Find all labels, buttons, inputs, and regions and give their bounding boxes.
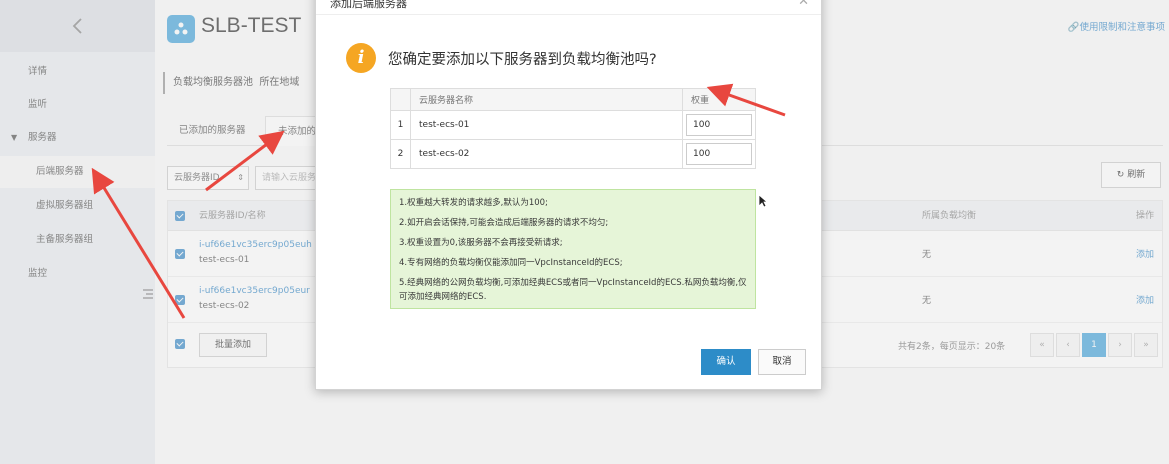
dialog-header: 添加后端服务器 ✕ bbox=[316, 0, 821, 15]
close-icon[interactable]: ✕ bbox=[798, 0, 809, 9]
note-item: 5.经典网络的公网负载均衡,可添加经典ECS或者同一VpcInstanceId的… bbox=[399, 278, 747, 302]
row-index: 2 bbox=[390, 139, 411, 169]
dialog-table-row: 1 test-ecs-01 100 bbox=[390, 110, 756, 140]
confirm-question: 您确定要添加以下服务器到负载均衡池吗? bbox=[388, 52, 657, 68]
note-item: 1.权重越大转发的请求越多,默认为100; bbox=[399, 198, 548, 208]
dialog-title: 添加后端服务器 bbox=[330, 0, 407, 10]
server-name: test-ecs-02 bbox=[410, 139, 683, 169]
note-item: 2.如开启会话保持,可能会造成后端服务器的请求不均匀; bbox=[399, 218, 609, 228]
weight-header: 权重 bbox=[682, 88, 756, 111]
note-item: 4.专有网络的负载均衡仅能添加同一VpcInstanceId的ECS; bbox=[399, 258, 623, 268]
cancel-button[interactable]: 取消 bbox=[758, 349, 806, 375]
add-backend-server-dialog: 添加后端服务器 ✕ i 您确定要添加以下服务器到负载均衡池吗? 云服务器名称 权… bbox=[315, 0, 822, 390]
dialog-table-row: 2 test-ecs-02 100 bbox=[390, 139, 756, 169]
confirm-button[interactable]: 确认 bbox=[701, 349, 751, 375]
server-name: test-ecs-01 bbox=[410, 110, 683, 140]
notes-box: 1.权重越大转发的请求越多,默认为100; 2.如开启会话保持,可能会造成后端服… bbox=[390, 189, 756, 309]
info-icon: i bbox=[346, 43, 376, 73]
selected-servers-table: 云服务器名称 权重 1 test-ecs-01 100 2 test-ecs-0… bbox=[390, 88, 756, 169]
row-index: 1 bbox=[390, 110, 411, 140]
mouse-cursor-icon bbox=[758, 194, 768, 208]
note-item: 3.权重设置为0,该服务器不会再接受新请求; bbox=[399, 238, 563, 248]
dialog-table-header: 云服务器名称 权重 bbox=[390, 88, 756, 111]
server-name-header: 云服务器名称 bbox=[410, 88, 683, 111]
weight-input[interactable]: 100 bbox=[686, 114, 752, 136]
index-header bbox=[390, 88, 411, 111]
weight-input[interactable]: 100 bbox=[686, 143, 752, 165]
